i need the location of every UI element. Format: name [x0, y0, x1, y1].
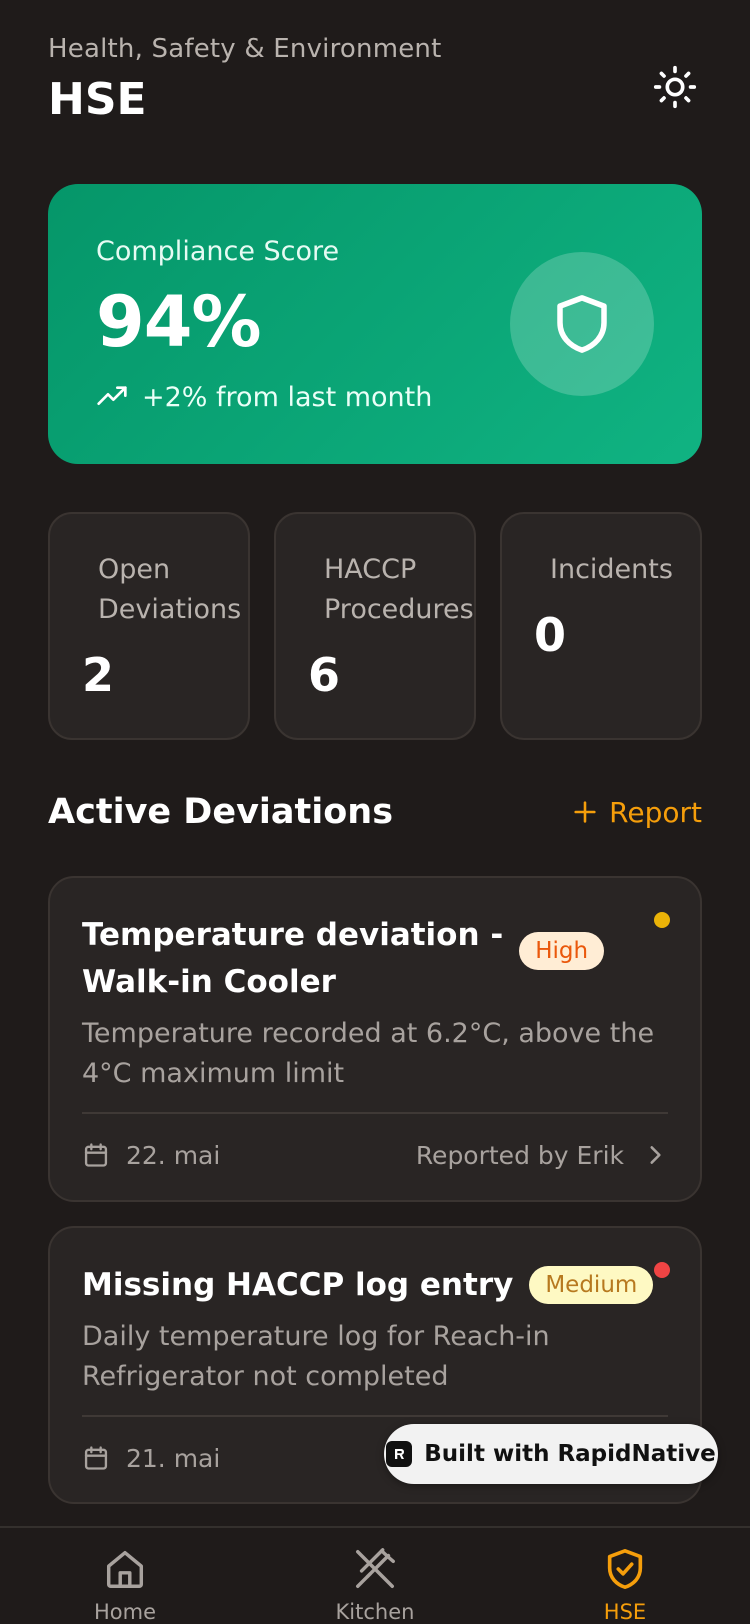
- sun-icon: [653, 65, 697, 109]
- header: Health, Safety & Environment HSE: [48, 34, 702, 125]
- tab-hse[interactable]: HSE: [500, 1528, 750, 1624]
- rapidnative-logo-icon: [386, 1441, 413, 1467]
- trending-up-icon: [97, 386, 127, 405]
- deviation-title: Temperature deviation - Walk-in Cooler: [82, 912, 503, 1006]
- deviation-header: Missing HACCP log entry Medium: [82, 1262, 670, 1309]
- compliance-score-card[interactable]: Compliance Score 94% +2% from last month: [48, 184, 702, 464]
- stat-label: Incidents: [550, 554, 673, 585]
- stat-label: Open Deviations: [98, 554, 242, 625]
- deviation-footer: 22. mai Reported by Erik: [82, 1114, 668, 1196]
- tab-label: Home: [93, 1600, 156, 1624]
- deviation-date: 22. mai: [82, 1141, 220, 1170]
- section-title: Active Deviations: [48, 792, 394, 832]
- deviation-header: Temperature deviation - Walk-in Cooler H…: [82, 912, 670, 1006]
- deviation-title: Missing HACCP log entry: [82, 1267, 514, 1303]
- date-text: 21. mai: [126, 1443, 221, 1473]
- stat-value: 0: [534, 608, 567, 662]
- bottom-tab-bar: Home Kitchen HSE: [0, 1526, 750, 1624]
- stats-row: Open Deviations 2 HACCP Procedures 6 Inc…: [48, 512, 702, 740]
- status-dot: [654, 912, 670, 928]
- status-dot: [654, 1262, 670, 1278]
- shield-icon: [557, 295, 607, 353]
- active-deviations-header: Active Deviations Report: [48, 792, 702, 832]
- tab-label: Kitchen: [335, 1600, 415, 1624]
- deviation-date: 21. mai: [82, 1444, 220, 1473]
- built-with-text: Built with RapidNative: [424, 1441, 716, 1467]
- deviation-card[interactable]: Temperature deviation - Walk-in Cooler H…: [48, 876, 702, 1202]
- report-label: Report: [609, 795, 702, 829]
- deviation-description: Temperature recorded at 6.2°C, above the…: [82, 1018, 655, 1089]
- chevron-right-icon: [650, 1146, 661, 1164]
- deviation-title-line: Temperature deviation -: [82, 917, 504, 953]
- calendar-icon: [84, 1143, 108, 1167]
- page-title: HSE: [48, 74, 147, 125]
- stat-card-haccp-procedures[interactable]: HACCP Procedures 6: [274, 512, 476, 740]
- calendar-icon: [84, 1446, 108, 1470]
- stat-card-open-deviations[interactable]: Open Deviations 2: [48, 512, 250, 740]
- built-with-badge[interactable]: Built with RapidNative: [384, 1424, 718, 1484]
- tab-kitchen[interactable]: Kitchen: [250, 1528, 500, 1624]
- theme-toggle-button[interactable]: [648, 60, 702, 114]
- page-subtitle: Health, Safety & Environment: [48, 34, 442, 64]
- severity-badge: High: [519, 932, 605, 970]
- stat-value: 2: [82, 648, 115, 702]
- hse-screen: Health, Safety & Environment HSE Complia…: [0, 0, 750, 1624]
- severity-badge: Medium: [529, 1266, 654, 1304]
- shield-check-icon: [607, 1548, 643, 1590]
- deviation-description: Daily temperature log for Reach-in Refri…: [82, 1321, 550, 1392]
- tab-label: HSE: [603, 1600, 647, 1624]
- utensils-icon: [356, 1548, 395, 1588]
- home-icon: [106, 1550, 144, 1588]
- trend-text: +2% from last month: [142, 381, 433, 413]
- deviation-reporter[interactable]: Reported by Erik: [416, 1141, 668, 1170]
- stat-card-incidents[interactable]: Incidents 0: [500, 512, 702, 740]
- stat-value: 6: [308, 648, 341, 702]
- plus-icon: [574, 801, 596, 823]
- shield-badge: [510, 252, 654, 396]
- stat-label: HACCP Procedures: [324, 554, 474, 625]
- report-button[interactable]: Report: [571, 796, 702, 829]
- deviation-title-line: Walk-in Cooler: [82, 964, 336, 1000]
- date-text: 22. mai: [126, 1140, 221, 1170]
- reporter-text: Reported by Erik: [415, 1140, 624, 1170]
- tab-home[interactable]: Home: [0, 1528, 250, 1624]
